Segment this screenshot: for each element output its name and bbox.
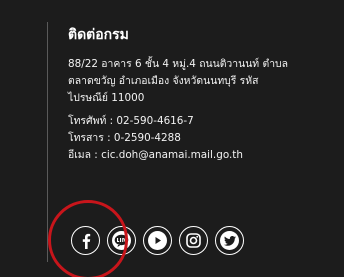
address-line-2: ตลาดขวัญ อำเภอเมือง จังหวัดนนทบุรี รหัส <box>68 75 259 87</box>
youtube-icon <box>148 231 167 250</box>
facebook-button[interactable] <box>71 226 100 255</box>
twitter-icon <box>220 231 239 250</box>
address-line-3: ไปรษณีย์ 11000 <box>68 92 145 104</box>
contact-title: ติดต่อกรม <box>68 27 129 43</box>
instagram-icon <box>186 233 201 248</box>
phone-text: โทรศัพท์ : 02-590-4616-7 <box>68 115 194 127</box>
vertical-divider <box>47 22 48 262</box>
fax-text: โทรสาร : 0-2590-4288 <box>68 132 181 144</box>
instagram-button[interactable] <box>179 226 208 255</box>
footer-contact-panel: ติดต่อกรม 88/22 อาคาร 6 ชั้น 4 หมู่.4 ถน… <box>0 0 344 277</box>
line-icon <box>112 231 131 250</box>
contact-section: ติดต่อกรม 88/22 อาคาร 6 ชั้น 4 หมู่.4 ถน… <box>68 26 340 164</box>
line-button[interactable] <box>107 226 136 255</box>
youtube-button[interactable] <box>143 226 172 255</box>
social-links <box>71 226 244 255</box>
facebook-icon <box>82 233 90 249</box>
email-link[interactable]: อีเมล : cic.doh@anamai.mail.go.th <box>68 147 340 164</box>
twitter-button[interactable] <box>215 226 244 255</box>
address-line-1: 88/22 อาคาร 6 ชั้น 4 หมู่.4 ถนนติวานนท์ … <box>68 58 289 70</box>
